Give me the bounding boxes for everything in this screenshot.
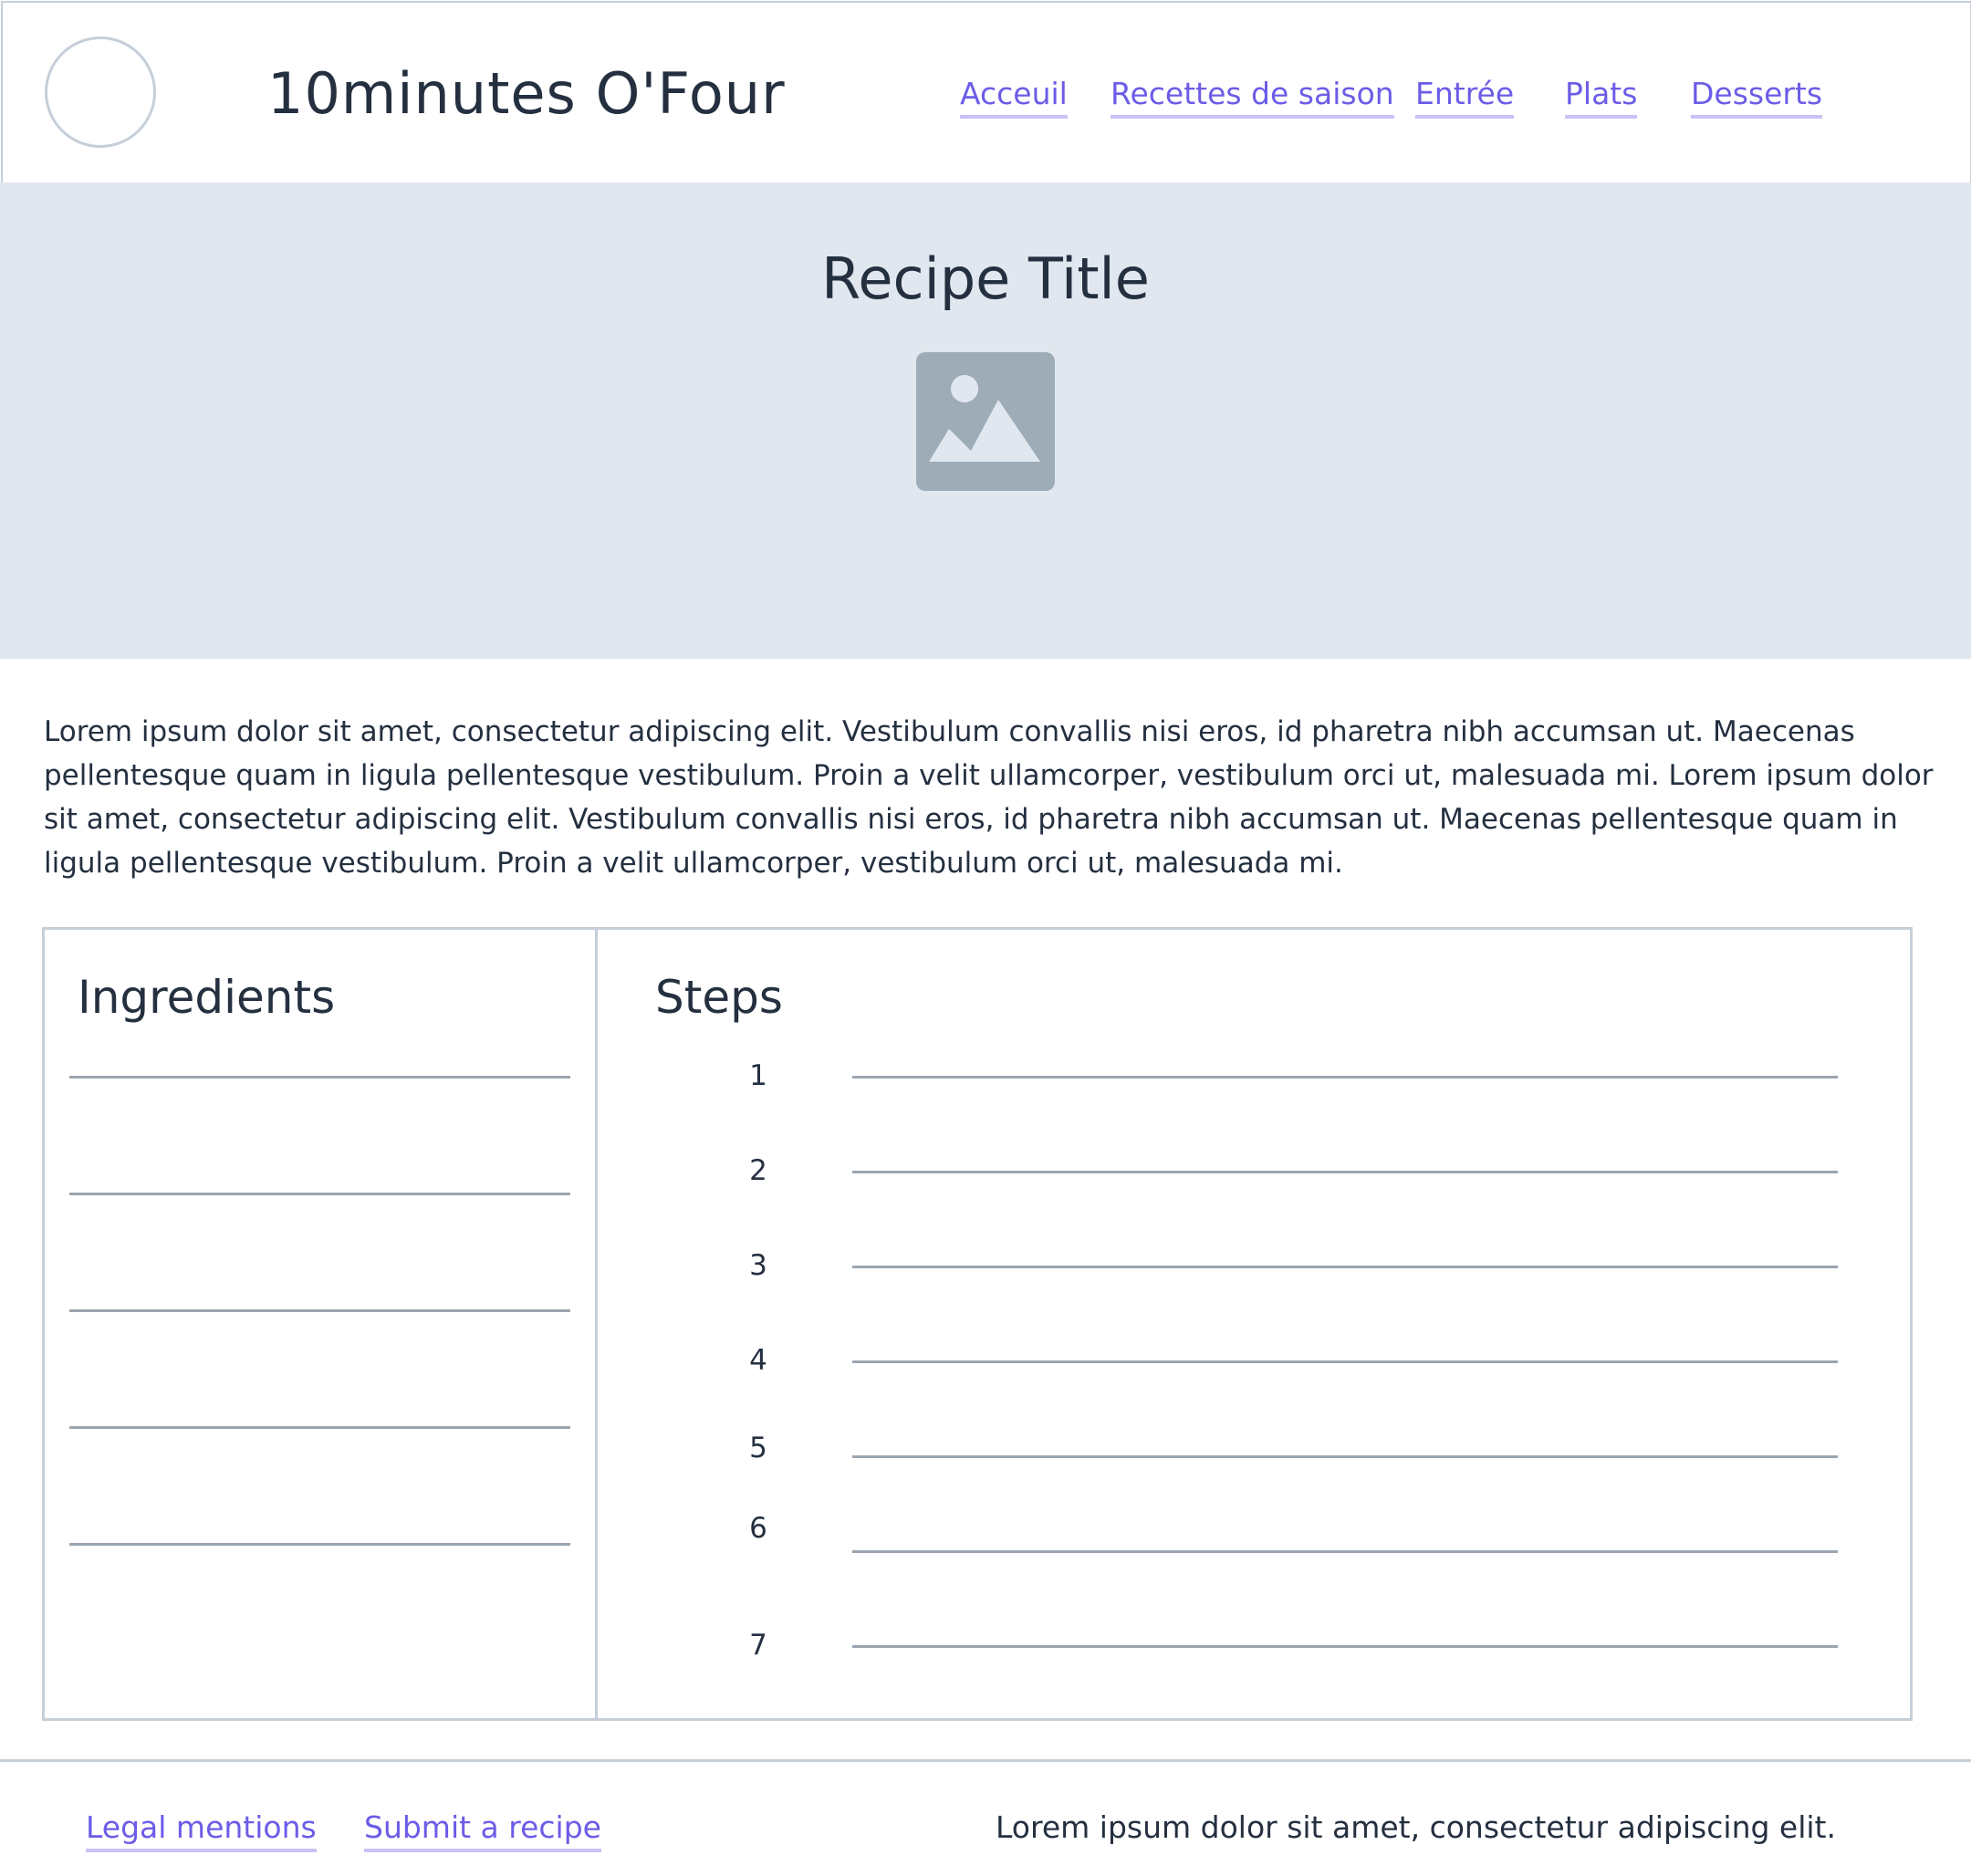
nav-link-plats[interactable]: Plats [1565,74,1638,119]
nav-link-recettes-de-saison[interactable]: Recettes de saison [1111,74,1394,119]
step-number: 5 [749,1432,767,1464]
ingredient-line [69,1193,570,1195]
step-line [852,1266,1838,1268]
step-line [852,1645,1838,1648]
recipe-title: Recipe Title [821,245,1150,312]
column-divider [595,930,598,1718]
step-line [852,1360,1838,1363]
ingredients-title: Ingredients [78,971,336,1024]
nav-link-entree[interactable]: Entrée [1415,74,1515,119]
ingredient-line [69,1426,570,1429]
step-number: 2 [749,1154,767,1187]
ingredient-line [69,1543,570,1546]
site-header: 10minutes O'Four Acceuil Recettes de sai… [1,1,1971,185]
legal-mentions-link[interactable]: Legal mentions [86,1808,317,1852]
ingredient-line [69,1309,570,1312]
hero-banner: Recipe Title [0,182,1971,659]
step-line [852,1550,1838,1553]
steps-title: Steps [655,971,783,1024]
step-number: 3 [749,1249,767,1282]
recipe-intro: Lorem ipsum dolor sit amet, consectetur … [44,715,1934,880]
ingredient-line [69,1076,570,1079]
recipe-details-box: Ingredients Steps 1 2 3 4 5 6 7 [42,927,1913,1721]
footer-text: Lorem ipsum dolor sit amet, consectetur … [996,1809,1836,1845]
step-line [852,1455,1838,1458]
submit-recipe-link[interactable]: Submit a recipe [364,1808,601,1852]
site-title: 10minutes O'Four [267,60,786,127]
site-footer: Legal mentions Submit a recipe Lorem ips… [0,1759,1971,1876]
image-placeholder-icon [916,352,1055,491]
step-number: 6 [749,1512,767,1545]
step-number: 7 [749,1629,767,1662]
step-number: 4 [749,1344,767,1377]
logo-placeholder[interactable] [45,36,156,148]
step-line [852,1076,1838,1079]
step-line [852,1171,1838,1173]
nav-link-desserts[interactable]: Desserts [1691,74,1823,119]
step-number: 1 [749,1059,767,1092]
nav-link-acceuil[interactable]: Acceuil [960,74,1068,119]
